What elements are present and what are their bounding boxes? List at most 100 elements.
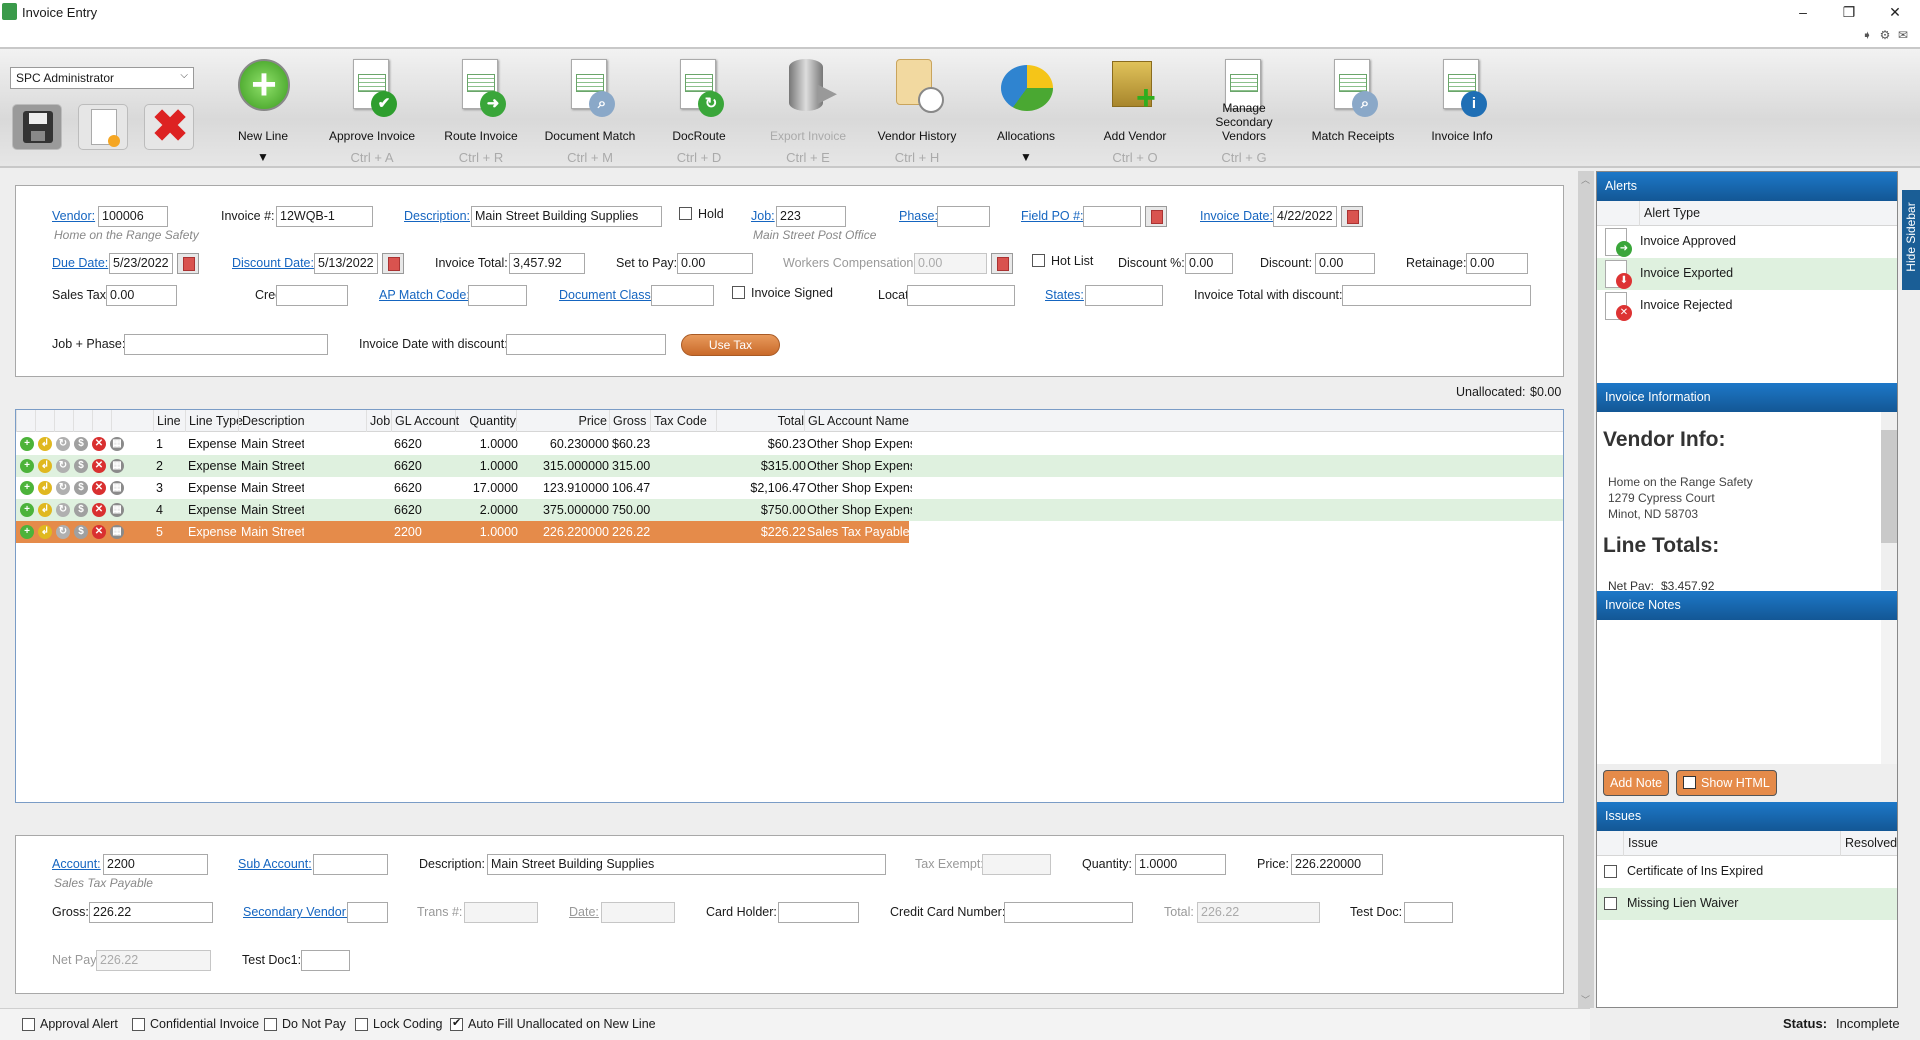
edit-line-icon[interactable]: ↲ [38, 437, 52, 451]
scroll-up-icon[interactable]: ︿ [1581, 173, 1590, 186]
footer-checkbox-lock-coding[interactable] [355, 1018, 368, 1031]
column-header-total[interactable]: Total [716, 410, 807, 432]
description-label[interactable]: Description: [404, 206, 470, 226]
sub-account-input[interactable] [313, 854, 388, 875]
column-header-tax-code[interactable]: Tax Code [650, 410, 719, 432]
vendor-input[interactable]: 100006 [98, 206, 168, 227]
footer-checkbox-approval-alert[interactable] [22, 1018, 35, 1031]
info-scroll-thumb[interactable] [1881, 430, 1897, 543]
price-input[interactable]: 226.220000 [1291, 854, 1383, 875]
issue-resolved-checkbox[interactable] [1604, 897, 1617, 910]
due-date-input[interactable]: 5/23/2022 [109, 253, 173, 274]
calculator-icon[interactable]: ▦ [110, 525, 124, 539]
credit-card-input[interactable] [276, 285, 348, 306]
invoice-info-button[interactable]: i Invoice Info [1412, 49, 1512, 168]
remove-line-icon[interactable]: ✕ [92, 525, 106, 539]
column-header-gl-account[interactable]: GL Account [391, 410, 459, 432]
info-scrollbar[interactable] [1881, 412, 1897, 590]
user-select[interactable]: SPC Administrator ⌵ [10, 67, 194, 89]
add-line-icon[interactable]: + [20, 525, 34, 539]
column-header-job[interactable]: Job [366, 410, 394, 432]
ap-match-input[interactable] [468, 285, 527, 306]
close-button[interactable]: ✕ [1880, 2, 1910, 22]
cc-number-input[interactable] [1004, 902, 1133, 923]
discount-date-input[interactable]: 5/13/2022 [314, 253, 378, 274]
edit-line-icon[interactable]: ↲ [38, 459, 52, 473]
states-input[interactable] [1085, 285, 1163, 306]
date-label[interactable]: Date: [569, 902, 599, 922]
add-line-icon[interactable]: + [20, 437, 34, 451]
document-match-button[interactable]: ⌕ Document Match Ctrl + M [540, 49, 640, 168]
notes-area[interactable] [1597, 620, 1897, 764]
use-tax-button[interactable]: Use Tax [681, 334, 780, 356]
issue-item[interactable]: Certificate of Ins Expired [1597, 856, 1897, 888]
manage-secondary-vendors-button[interactable]: Manage Secondary Vendors Ctrl + G [1194, 49, 1294, 168]
dollar-icon[interactable]: $ [74, 503, 88, 517]
footer-checkbox-do-not-pay[interactable] [264, 1018, 277, 1031]
main-scrollbar[interactable]: ︿ ﹀ [1578, 171, 1594, 1008]
alert-item[interactable]: ➜ Invoice Approved [1597, 226, 1897, 258]
column-header-line[interactable]: Line [153, 410, 187, 432]
hide-sidebar-tab[interactable]: Hide Sidebar [1902, 190, 1920, 290]
add-line-icon[interactable]: + [20, 503, 34, 517]
dollar-icon[interactable]: $ [74, 459, 88, 473]
notes-scrollbar[interactable] [1881, 620, 1897, 764]
table-row[interactable]: + ↲ ↻ $ ✕ ▦ 3 Expense Main Street 6620 17.0000 123.… [16, 477, 1563, 499]
add-line-icon[interactable]: + [20, 481, 34, 495]
phase-label[interactable]: Phase: [899, 206, 938, 226]
job-phase-input[interactable] [124, 334, 328, 355]
gross-input[interactable]: 226.22 [89, 902, 213, 923]
field-po-calendar-button[interactable] [1145, 206, 1167, 227]
job-input[interactable]: 223 [776, 206, 846, 227]
gear-icon[interactable]: ⚙ [1878, 28, 1892, 42]
discount-date-calendar-button[interactable] [382, 253, 404, 274]
footer-checkbox-confidential-invoice[interactable] [132, 1018, 145, 1031]
phase-input[interactable] [937, 206, 990, 227]
set-to-pay-input[interactable]: 0.00 [677, 253, 753, 274]
calculator-icon[interactable]: ▦ [110, 459, 124, 473]
vendor-label[interactable]: Vendor: [52, 206, 95, 226]
calculator-icon[interactable]: ▦ [110, 503, 124, 517]
show-html-checkbox[interactable] [1683, 774, 1696, 798]
account-input[interactable]: 2200 [103, 854, 208, 875]
alert-item[interactable]: ✕ Invoice Rejected [1597, 290, 1897, 322]
restore-button[interactable]: ❐ [1834, 2, 1864, 22]
add-vendor-button[interactable]: + Add Vendor Ctrl + O [1085, 49, 1185, 168]
add-line-icon[interactable]: + [20, 459, 34, 473]
table-row[interactable]: + ↲ ↻ $ ✕ ▦ 4 Expense Main Street 6620 2.0000 375.0… [16, 499, 1563, 521]
footer-checkbox-auto-fill-unallocated-on-new-line[interactable] [450, 1016, 463, 1031]
invoice-signed-checkbox[interactable] [732, 286, 745, 299]
delete-button[interactable]: ✖ [144, 104, 194, 150]
vendor-history-button[interactable]: Vendor History Ctrl + H [867, 49, 967, 168]
calculator-icon[interactable]: ▦ [110, 437, 124, 451]
refresh-icon[interactable]: ↻ [56, 525, 70, 539]
dropdown-arrow-icon[interactable]: ▼ [213, 150, 313, 164]
add-note-button[interactable]: Add Note [1603, 770, 1670, 796]
secondary-vendor-label[interactable]: Secondary Vendor: [243, 902, 349, 922]
total-with-discount-input[interactable] [1342, 285, 1531, 306]
allocations-button[interactable]: Allocations ▼ [976, 49, 1076, 168]
dollar-icon[interactable]: $ [74, 481, 88, 495]
edit-line-icon[interactable]: ↲ [38, 481, 52, 495]
account-label[interactable]: Account: [52, 854, 101, 874]
location-input[interactable] [907, 285, 1015, 306]
invoice-date-calendar-button[interactable] [1341, 206, 1363, 227]
column-header-quantity[interactable]: Quantity [455, 410, 519, 432]
card-holder-input[interactable] [778, 902, 859, 923]
field-po-label[interactable]: Field PO #: [1021, 206, 1084, 226]
sales-tax-input[interactable]: 0.00 [106, 285, 177, 306]
edit-line-icon[interactable]: ↲ [38, 525, 52, 539]
notification-icon[interactable]: ✉ [1896, 28, 1910, 42]
refresh-icon[interactable]: ↻ [56, 481, 70, 495]
issue-resolved-checkbox[interactable] [1604, 865, 1617, 878]
column-header-description[interactable]: Description [238, 410, 305, 432]
invoice-date-label[interactable]: Invoice Date: [1200, 206, 1273, 226]
show-html-toggle[interactable]: Show HTML [1676, 770, 1777, 798]
new-invoice-button[interactable] [78, 104, 128, 150]
approve-invoice-button[interactable]: ✔ Approve Invoice Ctrl + A [322, 49, 422, 168]
invoice-total-input[interactable]: 3,457.92 [509, 253, 585, 274]
match-receipts-button[interactable]: ⌕ Match Receipts [1303, 49, 1403, 168]
remove-line-icon[interactable]: ✕ [92, 481, 106, 495]
test-doc-input[interactable] [1404, 902, 1453, 923]
test-doc1-input[interactable] [301, 950, 350, 971]
